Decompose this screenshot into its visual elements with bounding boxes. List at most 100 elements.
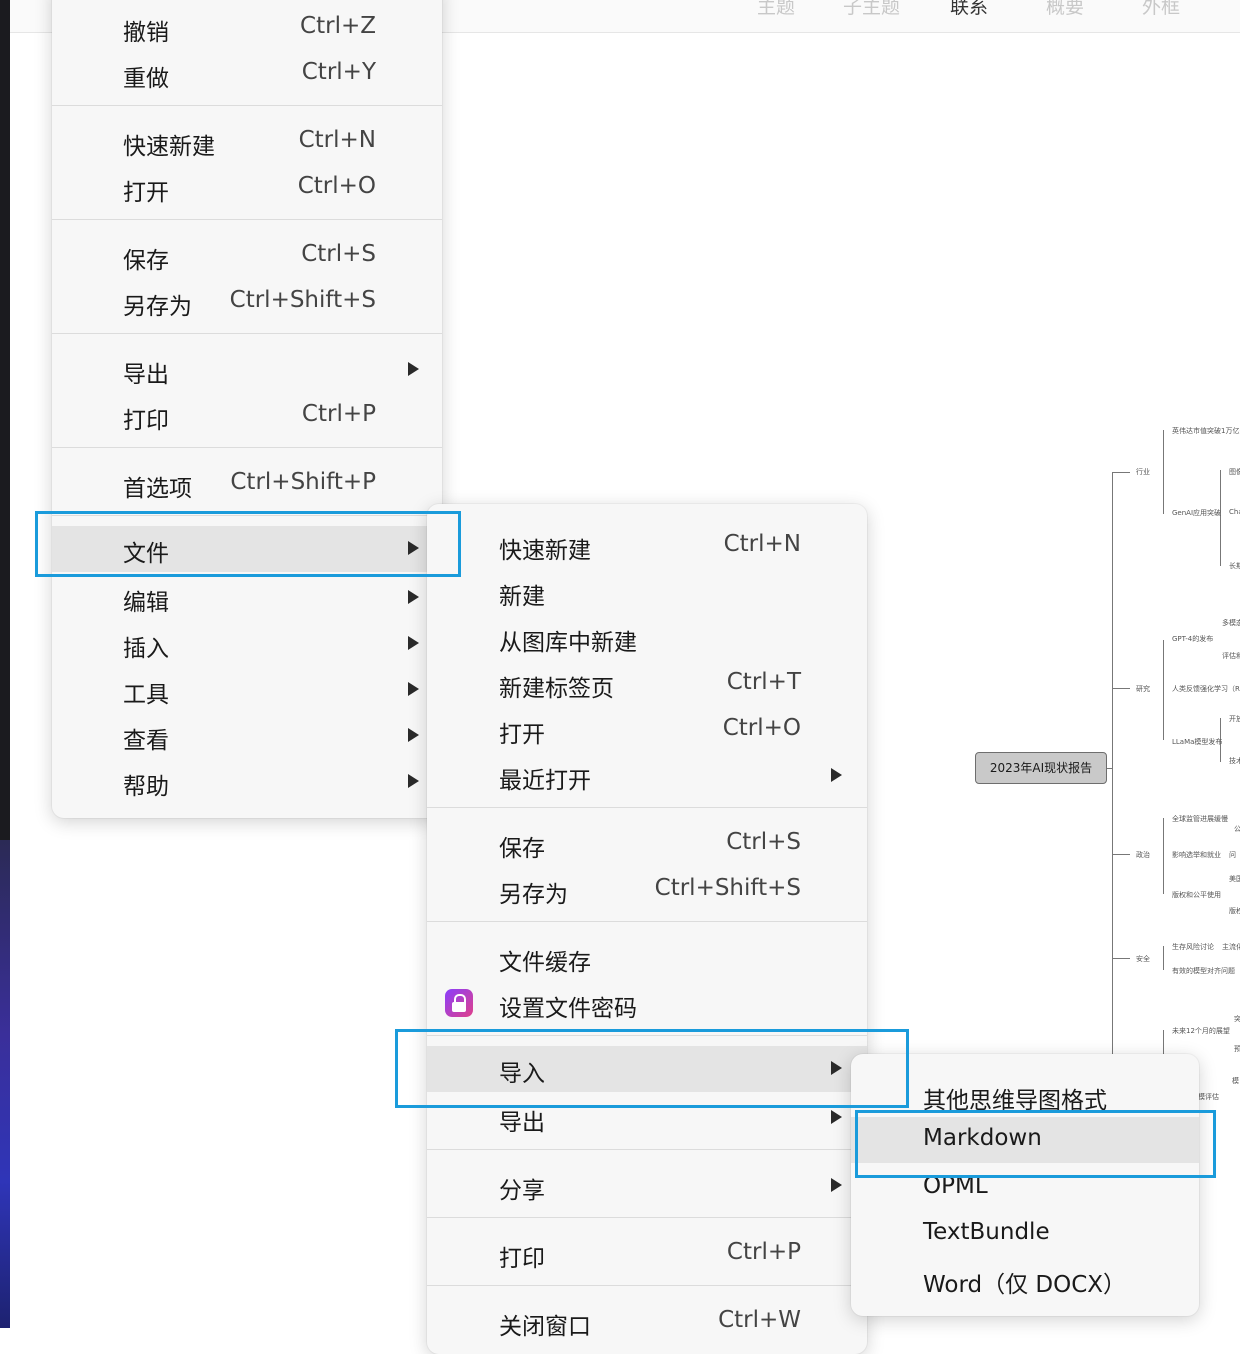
menu-item-quick-new[interactable]: 快速新建 Ctrl+N bbox=[52, 119, 442, 165]
menu-item-file-cache[interactable]: 文件缓存 bbox=[427, 935, 867, 981]
mindmap-leaf[interactable]: Cha bbox=[1229, 508, 1240, 516]
mindmap-subtopic[interactable]: 影响选举和就业 bbox=[1172, 850, 1221, 860]
menu-item-label: 新建标签页 bbox=[499, 676, 614, 702]
mindmap-root-topic[interactable]: 2023年AI现状报告 bbox=[975, 752, 1107, 784]
menu-item-label: 导出 bbox=[123, 362, 169, 388]
menu-item-redo[interactable]: 重做 Ctrl+Y bbox=[52, 51, 442, 97]
menu-item-save[interactable]: 保存 Ctrl+S bbox=[52, 233, 442, 279]
menu-item-shortcut: Ctrl+S bbox=[301, 241, 376, 267]
mindmap-subtopic[interactable]: 未来12个月的展望 bbox=[1172, 1026, 1230, 1036]
mindmap-branch[interactable]: 政治 bbox=[1136, 850, 1150, 860]
menu-item-insert[interactable]: 插入 bbox=[52, 621, 442, 667]
mindmap-subtopic[interactable]: 人类反馈强化学习（RLHF） bbox=[1172, 684, 1240, 694]
menu-item-preferences[interactable]: 首选项 Ctrl+Shift+P bbox=[52, 461, 442, 507]
menu-item-save-as[interactable]: 另存为 Ctrl+Shift+S bbox=[427, 867, 867, 913]
menu-item-save[interactable]: 保存 Ctrl+S bbox=[427, 821, 867, 867]
lock-icon bbox=[445, 989, 473, 1017]
menu-item-open[interactable]: 打开 Ctrl+O bbox=[52, 165, 442, 211]
mindmap-subtopic[interactable]: GenAI应用突破 bbox=[1172, 508, 1221, 518]
mindmap-branch[interactable]: 安全 bbox=[1136, 954, 1150, 964]
submenu-arrow-icon bbox=[831, 1110, 842, 1124]
menu-item-save-as[interactable]: 另存为 Ctrl+Shift+S bbox=[52, 279, 442, 325]
mindmap-subtopic[interactable]: 英伟达市值突破1万亿美元 bbox=[1172, 426, 1240, 436]
menu-item-textbundle[interactable]: TextBundle bbox=[851, 1211, 1199, 1257]
menu-item-shortcut: Ctrl+N bbox=[298, 127, 376, 153]
mindmap-leaf[interactable]: 问 bbox=[1229, 850, 1236, 860]
menu-item-label: 导出 bbox=[499, 1110, 545, 1136]
menu-item-label: 帮助 bbox=[123, 774, 169, 800]
menu-item-label: 快速新建 bbox=[499, 538, 591, 564]
mindmap-subtopic[interactable]: 全球监管进展缓慢 bbox=[1172, 814, 1228, 824]
menu-item-shortcut: Ctrl+P bbox=[301, 401, 376, 427]
menu-separator bbox=[427, 1285, 867, 1286]
mindmap-leaf[interactable]: 主流化 bbox=[1222, 942, 1240, 952]
mindmap-leaf[interactable]: 图像 bbox=[1229, 467, 1240, 477]
mindmap-leaf[interactable]: 版权 bbox=[1229, 906, 1240, 916]
tab-topic[interactable]: 主题 bbox=[757, 0, 795, 19]
menu-item-shortcut: Ctrl+Shift+S bbox=[654, 875, 801, 901]
menu-item-label: 首选项 bbox=[123, 476, 192, 502]
highlight-box-file bbox=[35, 511, 461, 577]
menu-item-new-tab[interactable]: 新建标签页 Ctrl+T bbox=[427, 661, 867, 707]
mindmap-leaf[interactable]: 长期 bbox=[1229, 561, 1240, 571]
main-menu: 撤销 Ctrl+Z 重做 Ctrl+Y 快速新建 Ctrl+N 打开 Ctrl+… bbox=[52, 0, 442, 818]
mindmap-leaf[interactable]: 评估和 bbox=[1222, 651, 1240, 661]
mindmap-subtopic[interactable]: GPT-4的发布 bbox=[1172, 634, 1213, 644]
mindmap-subtopic[interactable]: 有效的模型对齐问题 bbox=[1172, 966, 1235, 976]
mindmap-leaf[interactable]: 公 bbox=[1234, 824, 1240, 834]
file-submenu: 快速新建 Ctrl+N 新建 从图库中新建 新建标签页 Ctrl+T 打开 Ct… bbox=[427, 504, 867, 1354]
menu-item-print[interactable]: 打印 Ctrl+P bbox=[427, 1231, 867, 1277]
tab-relationship[interactable]: 联系 bbox=[950, 0, 988, 19]
mindmap-subtopic[interactable]: 版权和公平使用 bbox=[1172, 890, 1221, 900]
menu-item-export[interactable]: 导出 bbox=[52, 347, 442, 393]
menu-separator bbox=[427, 807, 867, 808]
menu-item-help[interactable]: 帮助 bbox=[52, 759, 442, 805]
mindmap-branch[interactable]: 研究 bbox=[1136, 684, 1150, 694]
tab-boundary[interactable]: 外框 bbox=[1142, 0, 1180, 19]
menu-item-new[interactable]: 新建 bbox=[427, 569, 867, 615]
menu-item-label: 打开 bbox=[123, 180, 169, 206]
menu-item-tools[interactable]: 工具 bbox=[52, 667, 442, 713]
menu-item-label: 打印 bbox=[499, 1246, 545, 1272]
menu-item-share[interactable]: 分享 bbox=[427, 1163, 867, 1209]
menu-item-word-docx[interactable]: Word（仅 DOCX） bbox=[851, 1257, 1199, 1303]
menu-item-label: 保存 bbox=[499, 836, 545, 862]
tab-subtopic[interactable]: 子主题 bbox=[843, 0, 900, 19]
menu-item-undo[interactable]: 撤销 Ctrl+Z bbox=[52, 5, 442, 51]
highlight-box-markdown bbox=[855, 1110, 1216, 1178]
connector bbox=[1112, 688, 1130, 689]
mindmap-subtopic[interactable]: LLaMa模型发布 bbox=[1172, 737, 1222, 747]
menu-item-edit[interactable]: 编辑 bbox=[52, 575, 442, 621]
menu-item-view[interactable]: 查看 bbox=[52, 713, 442, 759]
menu-item-new-from-gallery[interactable]: 从图库中新建 bbox=[427, 615, 867, 661]
menu-item-shortcut: Ctrl+Shift+P bbox=[230, 469, 376, 495]
menu-item-open[interactable]: 打开 Ctrl+O bbox=[427, 707, 867, 753]
mindmap-leaf[interactable]: 多模态 bbox=[1222, 618, 1240, 628]
menu-item-recent[interactable]: 最近打开 bbox=[427, 753, 867, 799]
connector bbox=[1163, 640, 1164, 740]
menu-item-close-window[interactable]: 关闭窗口 Ctrl+W bbox=[427, 1299, 867, 1345]
menu-item-label: 另存为 bbox=[123, 294, 192, 320]
mindmap-branch[interactable]: 行业 bbox=[1136, 467, 1150, 477]
mindmap-subtopic[interactable]: 生存风险讨论 bbox=[1172, 942, 1214, 952]
menu-item-print[interactable]: 打印 Ctrl+P bbox=[52, 393, 442, 439]
mindmap-leaf[interactable]: 技术 bbox=[1229, 756, 1240, 766]
mindmap-leaf[interactable]: 突 bbox=[1234, 1014, 1240, 1024]
menu-item-label: 文件缓存 bbox=[499, 950, 591, 976]
menu-separator bbox=[427, 1217, 867, 1218]
menu-item-quick-new[interactable]: 快速新建 Ctrl+N bbox=[427, 523, 867, 569]
submenu-arrow-icon bbox=[831, 768, 842, 782]
menu-item-shortcut: Ctrl+W bbox=[718, 1307, 801, 1333]
mindmap-leaf[interactable]: 模 bbox=[1232, 1076, 1239, 1086]
tab-summary[interactable]: 概要 bbox=[1046, 0, 1084, 19]
mindmap-leaf[interactable]: 开放 bbox=[1229, 714, 1240, 724]
menu-item-shortcut: Ctrl+T bbox=[726, 669, 801, 695]
mindmap-subtopic[interactable]: 模评估 bbox=[1198, 1092, 1219, 1102]
menu-item-set-password[interactable]: 设置文件密码 bbox=[427, 981, 867, 1027]
connector bbox=[1112, 472, 1113, 1092]
menu-item-label: 分享 bbox=[499, 1178, 545, 1204]
menu-item-label: 最近打开 bbox=[499, 768, 591, 794]
submenu-arrow-icon bbox=[408, 728, 419, 742]
mindmap-leaf[interactable]: 预 bbox=[1234, 1044, 1240, 1054]
mindmap-leaf[interactable]: 美国 bbox=[1229, 874, 1240, 884]
